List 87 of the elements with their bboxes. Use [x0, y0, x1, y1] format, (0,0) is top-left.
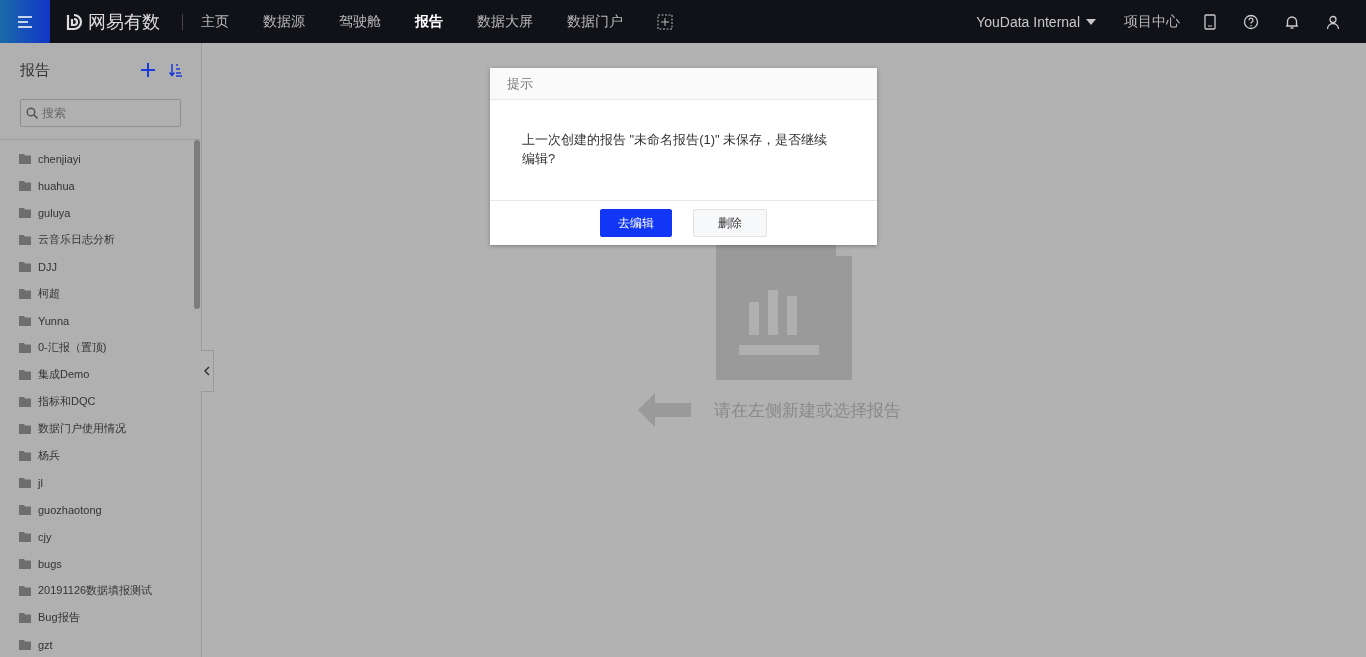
search-icon	[26, 107, 38, 119]
folder-icon	[19, 261, 31, 272]
nav-tab[interactable]: 驾驶舱	[339, 12, 381, 31]
folder-item[interactable]: guluya	[0, 199, 201, 226]
dialog-message: 上一次创建的报告 "未命名报告(1)" 未保存，是否继续编辑?	[522, 131, 829, 168]
folder-icon	[19, 180, 31, 191]
folder-item[interactable]: jl	[0, 469, 201, 496]
folder-item[interactable]: 云音乐日志分析	[0, 226, 201, 253]
folder-name: 集成Demo	[38, 367, 90, 382]
nav-tab[interactable]: 数据大屏	[477, 12, 533, 31]
folder-item[interactable]: bugs	[0, 550, 201, 577]
folder-item[interactable]: 集成Demo	[0, 361, 201, 388]
nav-tab[interactable]: 数据门户	[567, 12, 623, 31]
folder-name: 数据门户使用情况	[38, 421, 126, 436]
folder-name: guozhaotong	[38, 503, 102, 516]
folder-name: 云音乐日志分析	[38, 232, 115, 247]
folder-item[interactable]: huahua	[0, 172, 201, 199]
chevron-left-icon	[204, 366, 210, 376]
scrollbar[interactable]	[194, 140, 200, 309]
project-center-link[interactable]: 项目中心	[1124, 12, 1180, 31]
folder-icon	[19, 153, 31, 164]
folder-icon	[19, 531, 31, 542]
folder-item[interactable]: 0-汇报（置顶)	[0, 334, 201, 361]
folder-icon	[19, 612, 31, 623]
folder-icon	[19, 315, 31, 326]
folder-name: cjy	[38, 530, 52, 543]
folder-item[interactable]: DJJ	[0, 253, 201, 280]
folder-item[interactable]: 20191126数据填报测试	[0, 577, 201, 604]
folder-name: gzt	[38, 638, 53, 651]
folder-icon	[19, 639, 31, 650]
menu-icon	[17, 14, 33, 29]
folder-item[interactable]: guozhaotong	[0, 496, 201, 523]
folder-item[interactable]: chenjiayi	[0, 145, 201, 172]
folder-name: Bug报告	[38, 610, 80, 625]
folder-icon	[19, 207, 31, 218]
folder-icon	[19, 342, 31, 353]
help-icon[interactable]	[1243, 13, 1259, 30]
logo-icon	[64, 11, 84, 32]
delete-button[interactable]: 删除	[693, 209, 767, 237]
dialog-title: 提示	[490, 68, 877, 100]
folder-name: jl	[38, 476, 43, 489]
folder-item[interactable]: 杨兵	[0, 442, 201, 469]
folder-icon	[19, 585, 31, 596]
folder-item[interactable]: gzt	[0, 631, 201, 657]
menu-button[interactable]	[0, 0, 50, 43]
folder-icon	[19, 558, 31, 569]
nav-tab[interactable]: 数据源	[263, 12, 305, 31]
folder-name: 20191126数据填报测试	[38, 583, 153, 598]
folder-item[interactable]: cjy	[0, 523, 201, 550]
folder-name: 0-汇报（置顶)	[38, 340, 107, 355]
nav-tab[interactable]: 主页	[201, 12, 229, 31]
arrow-left-icon	[638, 393, 691, 427]
add-screen-icon[interactable]	[657, 13, 673, 30]
folder-name: DJJ	[38, 260, 57, 273]
folder-item[interactable]: Yunna	[0, 307, 201, 334]
folder-icon	[19, 477, 31, 488]
folder-icon	[19, 450, 31, 461]
nav-tab[interactable]: 报告	[415, 12, 443, 31]
folder-name: 指标和DQC	[38, 394, 96, 409]
caret-icon	[1086, 18, 1096, 25]
folder-icon	[19, 369, 31, 380]
organization-dropdown[interactable]: YouData Internal	[976, 13, 1096, 30]
folder-icon	[19, 504, 31, 515]
folder-name: chenjiayi	[38, 152, 81, 165]
search-field[interactable]: 搜索	[20, 99, 181, 127]
folder-icon	[19, 234, 31, 245]
tablet-icon[interactable]	[1202, 13, 1218, 30]
folder-name: huahua	[38, 179, 75, 192]
folder-item[interactable]: Bug报告	[0, 604, 201, 631]
folder-item[interactable]: 指标和DQC	[0, 388, 201, 415]
notification-icon[interactable]	[1284, 13, 1300, 30]
folder-name: 杨兵	[38, 448, 60, 463]
edit-button[interactable]: 去编辑	[600, 209, 672, 237]
add-icon[interactable]	[141, 63, 155, 77]
folder-icon	[19, 423, 31, 434]
user-icon[interactable]	[1325, 13, 1341, 30]
folder-name: 柯超	[38, 286, 60, 301]
folder-name: Yunna	[38, 314, 70, 327]
folder-name: bugs	[38, 557, 62, 570]
folder-item[interactable]: 数据门户使用情况	[0, 415, 201, 442]
folder-icon	[19, 396, 31, 407]
folder-icon	[19, 288, 31, 299]
brand-name: 网易有数	[88, 10, 160, 34]
sort-icon[interactable]	[169, 63, 183, 77]
folder-name: guluya	[38, 206, 71, 219]
folder-item[interactable]: 柯超	[0, 280, 201, 307]
sidebar-title: 报告	[20, 60, 51, 80]
